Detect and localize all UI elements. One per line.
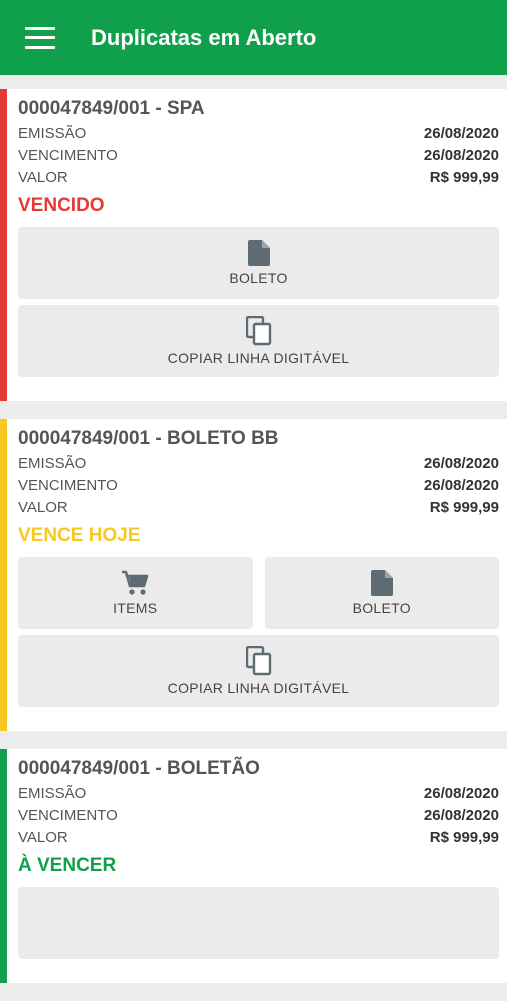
emissao-row: EMISSÃO 26/08/2020 xyxy=(18,123,499,145)
valor-row: VALOR R$ 999,99 xyxy=(18,827,499,849)
card-title: 000047849/001 - BOLETO BB xyxy=(18,428,279,449)
valor-value: R$ 999,99 xyxy=(429,499,499,516)
copiar-linha-button[interactable]: COPIAR LINHA DIGITÁVEL xyxy=(18,305,499,377)
emissao-value: 26/08/2020 xyxy=(423,785,499,802)
duplicata-card: 000047849/001 - BOLETO BB EMISSÃO 26/08/2… xyxy=(0,419,507,731)
copy-icon xyxy=(245,316,271,346)
copiar-label: COPIAR LINHA DIGITÁVEL xyxy=(167,680,350,696)
vencimento-value: 26/08/2020 xyxy=(423,147,499,164)
status-badge: VENCE HOJE xyxy=(18,525,141,546)
emissao-label: EMISSÃO xyxy=(18,785,87,802)
document-icon xyxy=(247,240,270,266)
emissao-row: EMISSÃO 26/08/2020 xyxy=(18,453,499,475)
emissao-value: 26/08/2020 xyxy=(423,125,499,142)
page-title: Duplicatas em Aberto xyxy=(91,24,317,50)
boleto-label: BOLETO xyxy=(352,600,411,616)
copy-icon xyxy=(245,646,271,676)
emissao-row: EMISSÃO 26/08/2020 xyxy=(18,783,499,805)
app-bar: Duplicatas em Aberto xyxy=(0,0,507,75)
emissao-value: 26/08/2020 xyxy=(423,455,499,472)
copiar-linha-button[interactable]: COPIAR LINHA DIGITÁVEL xyxy=(18,635,499,707)
vencimento-row: VENCIMENTO 26/08/2020 xyxy=(18,475,499,497)
duplicata-card: 000047849/001 - SPA EMISSÃO 26/08/2020 VE… xyxy=(0,89,507,401)
vencimento-label: VENCIMENTO xyxy=(18,807,118,824)
valor-row: VALOR R$ 999,99 xyxy=(18,167,499,189)
copiar-label: COPIAR LINHA DIGITÁVEL xyxy=(167,350,350,366)
duplicata-card: 000047849/001 - BOLETÃO EMISSÃO 26/08/202… xyxy=(0,749,507,983)
duplicatas-list: 000047849/001 - SPA EMISSÃO 26/08/2020 VE… xyxy=(0,89,507,1001)
document-icon xyxy=(370,570,393,596)
status-badge: À VENCER xyxy=(18,855,117,876)
vencimento-row: VENCIMENTO 26/08/2020 xyxy=(18,145,499,167)
emissao-label: EMISSÃO xyxy=(18,455,87,472)
vencimento-value: 26/08/2020 xyxy=(423,477,499,494)
card-title: 000047849/001 - BOLETÃO xyxy=(18,758,260,779)
card-title: 000047849/001 - SPA xyxy=(18,98,205,119)
valor-value: R$ 999,99 xyxy=(429,169,499,186)
valor-row: VALOR R$ 999,99 xyxy=(18,497,499,519)
hamburger-menu-icon[interactable] xyxy=(25,26,55,49)
boleto-button[interactable]: BOLETO xyxy=(264,557,499,629)
status-badge: VENCIDO xyxy=(18,195,105,216)
vencimento-row: VENCIMENTO 26/08/2020 xyxy=(18,805,499,827)
items-label: ITEMS xyxy=(113,600,158,616)
cart-icon xyxy=(122,570,149,595)
vencimento-label: VENCIMENTO xyxy=(18,147,118,164)
items-button[interactable]: ITEMS xyxy=(18,557,253,629)
boleto-label: BOLETO xyxy=(229,270,288,286)
emissao-label: EMISSÃO xyxy=(18,125,87,142)
valor-label: VALOR xyxy=(18,169,68,186)
action-button[interactable] xyxy=(18,887,499,959)
vencimento-value: 26/08/2020 xyxy=(423,807,499,824)
vencimento-label: VENCIMENTO xyxy=(18,477,118,494)
button-row: ITEMS BOLETO xyxy=(18,557,499,635)
valor-label: VALOR xyxy=(18,499,68,516)
valor-label: VALOR xyxy=(18,829,68,846)
valor-value: R$ 999,99 xyxy=(429,829,499,846)
boleto-button[interactable]: BOLETO xyxy=(18,227,499,299)
